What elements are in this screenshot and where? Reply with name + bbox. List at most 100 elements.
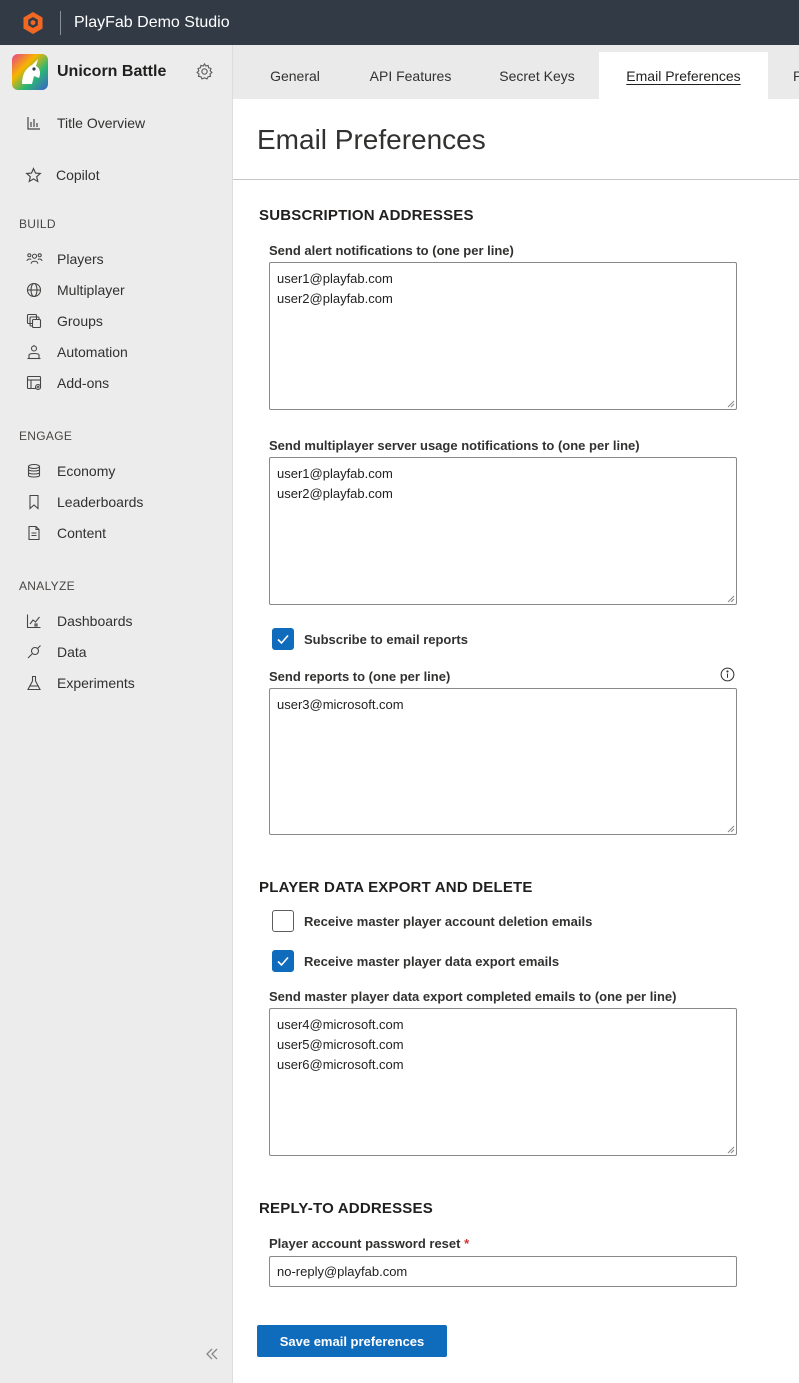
- topbar-divider: [60, 10, 61, 35]
- sidebar-item-label: Add-ons: [57, 375, 110, 391]
- required-mark: *: [464, 1236, 470, 1251]
- sidebar-item-leaderboards[interactable]: Leaderboards: [0, 488, 232, 516]
- page-title: Email Preferences: [257, 124, 486, 155]
- checkmark-icon: [277, 634, 289, 645]
- sidebar-item-label: Copilot: [56, 167, 100, 183]
- star-icon: [24, 166, 42, 184]
- export-emails-checkbox[interactable]: Receive master player data export emails: [272, 950, 559, 972]
- sidebar-item-content[interactable]: Content: [0, 519, 232, 547]
- textarea-line: user4@microsoft.com: [277, 1017, 404, 1032]
- sidebar-item-label: Groups: [57, 313, 103, 329]
- collapse-sidebar-icon[interactable]: [203, 1345, 221, 1363]
- bar-chart-icon: [25, 114, 43, 132]
- textarea-line: user2@playfab.com: [277, 291, 393, 306]
- reports-textarea[interactable]: user3@microsoft.com: [269, 688, 737, 835]
- resize-grip-icon[interactable]: [727, 400, 735, 408]
- add-ons-icon: [25, 374, 43, 392]
- tab-api-features[interactable]: API Features: [350, 52, 471, 99]
- sidebar-item-label: Data: [57, 644, 87, 660]
- flask-icon: [25, 674, 43, 692]
- sidebar-item-label: Multiplayer: [57, 282, 125, 298]
- checkbox-label: Subscribe to email reports: [304, 631, 468, 647]
- top-bar: PlayFab Demo Studio: [0, 0, 799, 45]
- sidebar-item-groups[interactable]: Groups: [0, 307, 232, 335]
- resize-grip-icon[interactable]: [727, 1146, 735, 1154]
- sidebar-item-data[interactable]: Data: [0, 638, 232, 666]
- bookmark-icon: [25, 493, 43, 511]
- password-reset-label: Player account password reset *: [269, 1236, 469, 1251]
- gear-icon[interactable]: [195, 62, 214, 81]
- sidebar-item-label: Content: [57, 525, 107, 541]
- playfab-hexagon-icon[interactable]: [21, 11, 45, 35]
- password-reset-label-text: Player account password reset: [269, 1236, 461, 1251]
- alert-notifications-textarea[interactable]: user1@playfab.com user2@playfab.com: [269, 262, 737, 410]
- resize-grip-icon[interactable]: [727, 595, 735, 603]
- checkbox-checked[interactable]: [272, 950, 294, 972]
- tab-overflow[interactable]: P: [784, 52, 799, 99]
- sidebar-section-engage: ENGAGE: [19, 429, 73, 443]
- title-header[interactable]: Unicorn Battle: [0, 45, 232, 99]
- checkbox-unchecked[interactable]: [272, 910, 294, 932]
- textarea-line: user6@microsoft.com: [277, 1057, 404, 1072]
- alert-notifications-label: Send alert notifications to (one per lin…: [269, 243, 514, 258]
- subscribe-email-reports-checkbox[interactable]: Subscribe to email reports: [272, 628, 468, 650]
- textarea-line: user3@microsoft.com: [277, 697, 404, 712]
- sidebar-item-players[interactable]: Players: [0, 245, 232, 273]
- resize-grip-icon[interactable]: [727, 825, 735, 833]
- sidebar-item-label: Leaderboards: [57, 494, 144, 510]
- sidebar-section-build: BUILD: [19, 217, 56, 231]
- sidebar-item-copilot[interactable]: Copilot: [0, 161, 232, 189]
- sidebar-item-multiplayer[interactable]: Multiplayer: [0, 276, 232, 304]
- export-delete-heading: PLAYER DATA EXPORT AND DELETE: [259, 879, 533, 896]
- sidebar-item-dashboards[interactable]: Dashboards: [0, 607, 232, 635]
- sidebar: Unicorn Battle Title Overview Copilot BU…: [0, 45, 233, 1383]
- tab-bar: General API Features Secret Keys Email P…: [233, 45, 799, 99]
- studio-name[interactable]: PlayFab Demo Studio: [74, 14, 230, 32]
- tab-email-preferences[interactable]: Email Preferences: [599, 52, 768, 99]
- sidebar-section-analyze: ANALYZE: [19, 579, 75, 593]
- sidebar-item-label: Title Overview: [57, 115, 146, 131]
- data-icon: [25, 643, 43, 661]
- sidebar-item-label: Players: [57, 251, 104, 267]
- sidebar-item-economy[interactable]: Economy: [0, 457, 232, 485]
- globe-icon: [25, 281, 43, 299]
- dashboard-icon: [25, 612, 43, 630]
- title-name: Unicorn Battle: [57, 63, 167, 80]
- textarea-line: user1@playfab.com: [277, 271, 393, 286]
- password-reset-input[interactable]: [269, 1256, 737, 1287]
- title-avatar: [12, 54, 48, 90]
- sidebar-item-label: Automation: [57, 344, 128, 360]
- robot-icon: [25, 343, 43, 361]
- sidebar-item-label: Economy: [57, 463, 116, 479]
- sidebar-item-label: Experiments: [57, 675, 135, 691]
- save-email-preferences-button[interactable]: Save email preferences: [257, 1325, 447, 1357]
- checkbox-checked[interactable]: [272, 628, 294, 650]
- checkbox-label: Receive master player data export emails: [304, 953, 560, 969]
- reports-label: Send reports to (one per line): [269, 669, 451, 684]
- groups-icon: [25, 312, 43, 330]
- title-divider: [233, 179, 799, 180]
- database-icon: [25, 462, 43, 480]
- deletion-emails-checkbox[interactable]: Receive master player account deletion e…: [272, 910, 592, 932]
- export-completed-label: Send master player data export completed…: [269, 989, 677, 1004]
- players-icon: [25, 250, 43, 268]
- document-icon: [25, 524, 43, 542]
- reply-to-heading: REPLY-TO ADDRESSES: [259, 1200, 433, 1217]
- textarea-line: user5@microsoft.com: [277, 1037, 404, 1052]
- sidebar-item-automation[interactable]: Automation: [0, 338, 232, 366]
- checkmark-icon: [277, 956, 289, 967]
- tab-secret-keys[interactable]: Secret Keys: [483, 52, 591, 99]
- textarea-line: user1@playfab.com: [277, 466, 393, 481]
- multiplayer-notifications-label: Send multiplayer server usage notificati…: [269, 438, 640, 453]
- textarea-line: user2@playfab.com: [277, 486, 393, 501]
- checkbox-label: Receive master player account deletion e…: [304, 913, 593, 929]
- tab-general[interactable]: General: [246, 52, 344, 99]
- multiplayer-notifications-textarea[interactable]: user1@playfab.com user2@playfab.com: [269, 457, 737, 605]
- sidebar-item-label: Dashboards: [57, 613, 133, 629]
- sidebar-item-title-overview[interactable]: Title Overview: [0, 109, 232, 137]
- sidebar-item-experiments[interactable]: Experiments: [0, 669, 232, 697]
- export-completed-textarea[interactable]: user4@microsoft.com user5@microsoft.com …: [269, 1008, 737, 1156]
- subscription-heading: SUBSCRIPTION ADDRESSES: [259, 207, 474, 224]
- sidebar-item-add-ons[interactable]: Add-ons: [0, 369, 232, 397]
- info-icon[interactable]: [720, 667, 735, 682]
